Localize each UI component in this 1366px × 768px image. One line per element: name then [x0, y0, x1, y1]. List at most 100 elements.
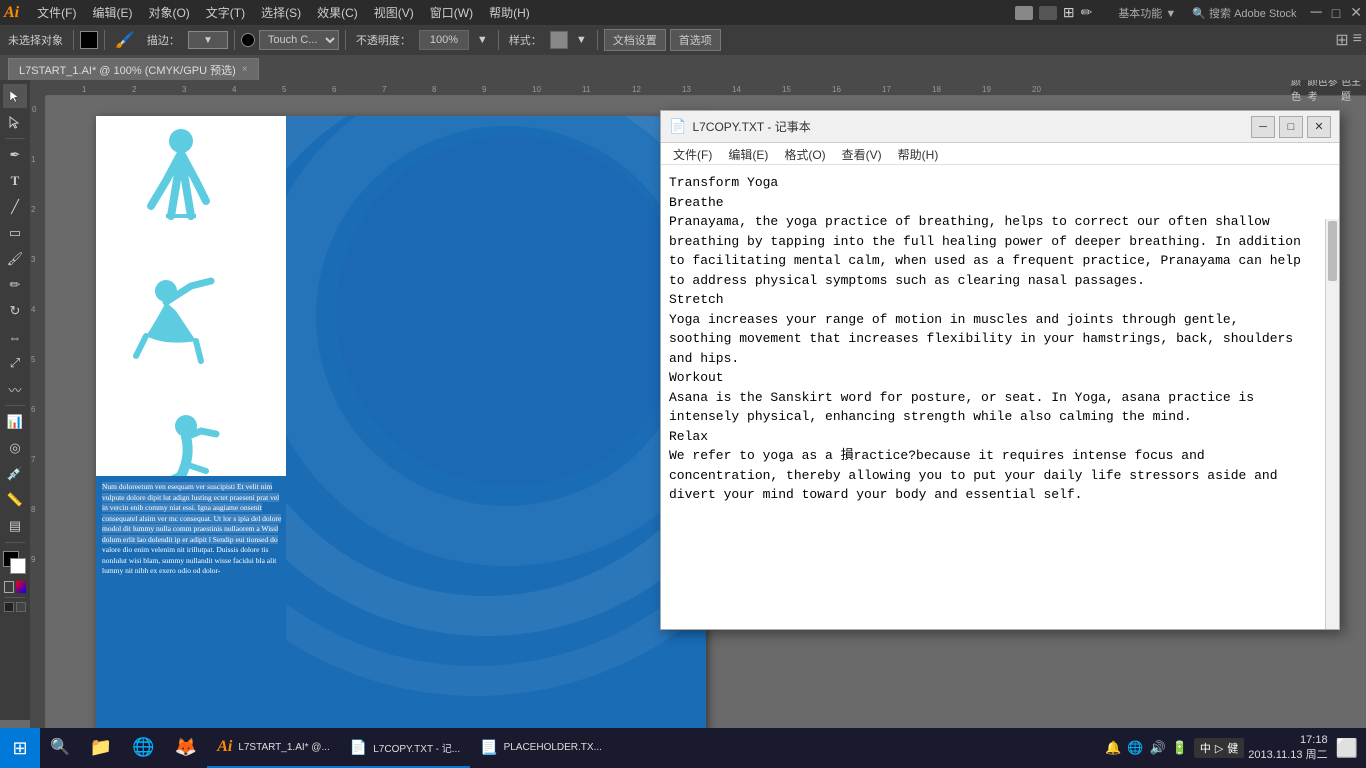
taskbar-placeholder[interactable]: 📃 PLACEHOLDER.TX...: [470, 728, 612, 768]
scale-tool[interactable]: ⤢: [3, 351, 27, 375]
bridge-icon[interactable]: [1015, 6, 1033, 20]
mirror-tool[interactable]: ⇔: [3, 325, 27, 349]
taskbar-clock[interactable]: 17:18 2013.11.13 周二: [1248, 733, 1327, 764]
np-menu-help[interactable]: 帮助(H): [890, 145, 947, 162]
np-menu-format[interactable]: 格式(O): [776, 145, 833, 162]
menu-object[interactable]: 对象(O): [140, 2, 197, 23]
search-stock-label: 🔍 搜索 Adobe Stock: [1192, 5, 1296, 21]
pencil-tool[interactable]: ✏: [3, 273, 27, 297]
close-btn[interactable]: ✕: [1350, 4, 1362, 21]
menu-help[interactable]: 帮助(H): [481, 2, 538, 23]
fill-color[interactable]: [80, 31, 98, 49]
notepad-scrollbar[interactable]: [1325, 219, 1339, 629]
line-tool[interactable]: ╱: [3, 195, 27, 219]
taskbar-right: 🔔 🌐 🔊 🔋 中 ▷ 健 17:18 2013.11.13 周二 ⬜: [1105, 733, 1366, 764]
style-box[interactable]: [550, 31, 568, 49]
full-screen-btn[interactable]: [16, 602, 26, 612]
taskbar-edge[interactable]: 🌐: [122, 728, 164, 768]
search-icon: 🔍: [50, 737, 70, 757]
notepad-textarea[interactable]: [661, 165, 1339, 629]
np-menu-view[interactable]: 查看(V): [834, 145, 890, 162]
tray-notification[interactable]: 🔔: [1105, 740, 1121, 756]
tray-battery[interactable]: 🔋: [1172, 740, 1188, 756]
win-minimize-btn[interactable]: ─: [1251, 116, 1275, 138]
tab-close-btn[interactable]: ×: [242, 64, 248, 75]
menu-edit[interactable]: 编辑(E): [84, 2, 140, 23]
rotate-tool[interactable]: ↻: [3, 299, 27, 323]
shape-tool[interactable]: ▭: [3, 221, 27, 245]
text-block-selected: Num doloreetum ven esequam ver suscipist…: [102, 482, 281, 544]
stroke-dropdown[interactable]: ▼: [188, 31, 228, 49]
notepad-title: L7COPY.TXT - 记事本: [692, 118, 1251, 135]
touch-dropdown[interactable]: Touch C...: [259, 30, 339, 50]
warp-tool[interactable]: 〰: [3, 377, 27, 401]
ime-indicator[interactable]: 中 ▷ 健: [1194, 738, 1244, 758]
taskbar-explorer[interactable]: 📁: [80, 728, 122, 768]
win-close-btn[interactable]: ✕: [1307, 116, 1331, 138]
preferences-btn[interactable]: 首选项: [670, 29, 721, 51]
yoga-silhouette-1: [116, 126, 246, 256]
np-menu-edit[interactable]: 编辑(E): [720, 145, 776, 162]
bg-color-box[interactable]: [10, 558, 26, 574]
gradient-box[interactable]: [16, 581, 26, 593]
svg-text:4: 4: [232, 85, 237, 94]
brush-tool-icon[interactable]: 🖌️: [111, 28, 139, 52]
menubar: Ai 文件(F) 编辑(E) 对象(O) 文字(T) 选择(S) 效果(C) 视…: [0, 0, 1366, 25]
selection-tool[interactable]: [3, 84, 27, 108]
menu-file[interactable]: 文件(F): [29, 2, 84, 23]
svg-text:3: 3: [182, 85, 187, 94]
svg-text:10: 10: [532, 85, 541, 94]
show-desktop-btn[interactable]: ⬜: [1336, 738, 1358, 759]
swirl-inner: [336, 136, 686, 486]
svg-text:13: 13: [682, 85, 691, 94]
blend-tool[interactable]: ◎: [3, 436, 27, 460]
svg-text:2: 2: [31, 205, 36, 214]
menu-select[interactable]: 选择(S): [253, 2, 309, 23]
paintbrush-tool[interactable]: 🖌: [3, 247, 27, 271]
tray-volume[interactable]: 🔊: [1149, 740, 1165, 756]
taskbar-firefox[interactable]: 🦊: [165, 728, 207, 768]
doc-tab[interactable]: L7START_1.AI* @ 100% (CMYK/GPU 预选) ×: [8, 58, 259, 80]
taskbar-search[interactable]: 🔍: [40, 728, 80, 768]
notepad-titlebar: 📄 L7COPY.TXT - 记事本 ─ □ ✕: [661, 111, 1339, 143]
type-tool[interactable]: T: [3, 169, 27, 193]
measure-tool[interactable]: 📏: [3, 488, 27, 512]
menu-text[interactable]: 文字(T): [198, 2, 253, 23]
menu-view[interactable]: 视图(V): [366, 2, 422, 23]
standard-screen-btn[interactable]: [4, 602, 14, 612]
style-dropdown[interactable]: ▼: [572, 32, 591, 48]
toolbar-right-icon1[interactable]: ⊞: [1335, 30, 1348, 50]
minimize-btn[interactable]: ─: [1310, 4, 1321, 22]
svg-text:9: 9: [482, 85, 487, 94]
start-button[interactable]: ⊞: [0, 728, 40, 768]
direct-selection-tool[interactable]: [3, 110, 27, 134]
toolbar-right-icon2[interactable]: ≡: [1353, 30, 1362, 50]
svg-text:3: 3: [31, 255, 36, 264]
tray-network[interactable]: 🌐: [1127, 740, 1143, 756]
no-color-box[interactable]: [4, 581, 14, 593]
doc-settings-btn[interactable]: 文档设置: [604, 29, 666, 51]
win-maximize-btn[interactable]: □: [1279, 116, 1303, 138]
np-menu-file[interactable]: 文件(F): [665, 145, 720, 162]
menu-effect[interactable]: 效果(C): [309, 2, 366, 23]
stock-icon[interactable]: [1039, 6, 1057, 20]
graph-tool[interactable]: 📊: [3, 410, 27, 434]
menu-window[interactable]: 窗口(W): [422, 2, 481, 23]
restore-btn[interactable]: □: [1332, 5, 1340, 21]
folder-icon: 📁: [90, 737, 112, 758]
opacity-input[interactable]: [419, 30, 469, 50]
svg-text:9: 9: [31, 555, 36, 564]
pen-icon[interactable]: ✏: [1081, 4, 1093, 21]
taskbar-notepad[interactable]: 📄 L7COPY.TXT - 记...: [340, 728, 470, 768]
taskbar: ⊞ 🔍 📁 🌐 🦊 Ai L7START_1.AI* @... 📄 L7COPY…: [0, 728, 1366, 768]
pen-tool[interactable]: ✒: [3, 143, 27, 167]
eyedrop-tool[interactable]: 💉: [3, 462, 27, 486]
gradient-tool[interactable]: ▤: [3, 514, 27, 538]
grid-icon[interactable]: ⊞: [1063, 4, 1075, 21]
notepad-body: [661, 165, 1339, 629]
svg-text:14: 14: [732, 85, 741, 94]
ai-icon: Ai: [217, 738, 232, 756]
taskbar-illustrator[interactable]: Ai L7START_1.AI* @...: [207, 728, 340, 768]
svg-text:19: 19: [982, 85, 991, 94]
taskbar-tray: 🔔 🌐 🔊 🔋 中 ▷ 健: [1105, 738, 1244, 758]
